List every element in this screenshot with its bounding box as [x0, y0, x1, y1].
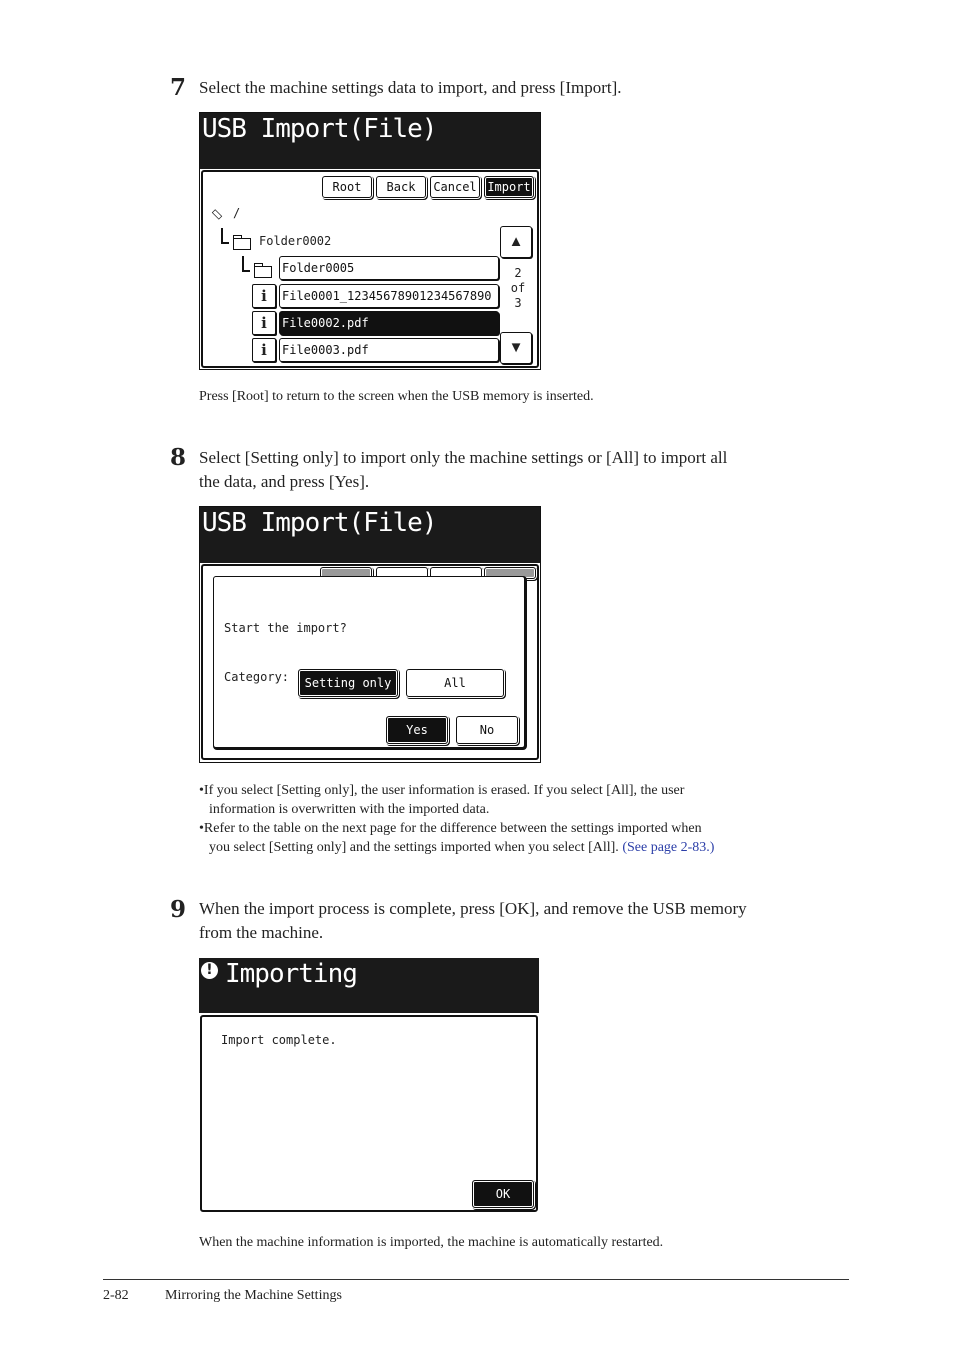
usb-memory-icon: ▯	[208, 205, 225, 222]
scroll-down-button[interactable]: ▼	[500, 332, 532, 364]
note-bullet-2: •Refer to the table on the next page for…	[199, 819, 714, 838]
file-info-icon[interactable]: i	[252, 338, 276, 362]
folder-row[interactable]: Folder0005	[279, 256, 499, 280]
page-of: of	[510, 281, 526, 295]
screen-titlebar: USB Import(File)	[200, 507, 540, 563]
note-1-line-1: If you select [Setting only], the user i…	[203, 783, 685, 798]
step-8-line-2: the data, and press [Yes].	[199, 472, 370, 491]
setting-only-option[interactable]: Setting only	[298, 669, 398, 697]
note-bullet-1: •If you select [Setting only], the user …	[199, 781, 714, 800]
import-complete-message: Import complete.	[221, 1033, 337, 1047]
usb-import-file-screen: USB Import(File) Root Back Cancel Import…	[199, 112, 541, 370]
usb-import-confirm-screen: USB Import(File) Start the import? Categ…	[199, 506, 541, 763]
file-row[interactable]: File0001_12345678901234567890	[279, 284, 499, 308]
dialog-question: Start the import?	[224, 621, 347, 635]
yes-button[interactable]: Yes	[386, 716, 448, 744]
file-row-selected[interactable]: File0002.pdf	[279, 311, 499, 335]
alert-icon: !	[201, 962, 218, 979]
note-2-line-2-wrap: you select [Setting only] and the settin…	[199, 838, 714, 857]
cancel-button[interactable]: Cancel	[430, 176, 480, 198]
screen-title: Importing	[225, 959, 358, 989]
file-info-icon[interactable]: i	[252, 311, 276, 335]
page-total: 3	[514, 296, 522, 310]
screen-title: USB Import(File)	[202, 114, 437, 144]
all-option[interactable]: All	[406, 669, 504, 697]
ok-button[interactable]: OK	[472, 1180, 534, 1208]
note-2-line-1: Refer to the table on the next page for …	[203, 821, 702, 836]
root-button[interactable]: Root	[322, 176, 372, 198]
see-page-link[interactable]: (See page 2-83.)	[622, 840, 714, 855]
no-button[interactable]: No	[456, 716, 518, 744]
note-1-line-2: information is overwritten with the impo…	[209, 802, 490, 817]
confirm-dialog: Start the import? Category: Setting only…	[213, 576, 525, 748]
step-8-notes: •If you select [Setting only], the user …	[199, 781, 714, 857]
page-indicator: 2 of 3	[503, 266, 533, 311]
message-panel: Import complete. OK	[200, 1015, 538, 1212]
file-row[interactable]: File0003.pdf	[279, 338, 499, 362]
step-number-9: 9	[170, 896, 187, 923]
step-8-line-1: Select [Setting only] to import only the…	[199, 448, 728, 467]
folder-icon	[254, 263, 272, 278]
back-button[interactable]: Back	[376, 176, 426, 198]
step-9-note: When the machine information is imported…	[199, 1235, 664, 1250]
page-current: 2	[514, 266, 522, 280]
step-number-7: 7	[170, 74, 187, 101]
scroll-up-button[interactable]: ▲	[500, 226, 532, 258]
note-2-line-2: you select [Setting only] and the settin…	[209, 840, 619, 855]
screen-title: USB Import(File)	[202, 508, 437, 538]
folder-item[interactable]: Folder0002	[259, 234, 331, 248]
step-8-instruction: Select [Setting only] to import only the…	[199, 446, 727, 494]
folder-icon	[233, 235, 251, 250]
category-label: Category:	[224, 670, 290, 684]
screen-titlebar: ! Importing	[199, 958, 539, 1013]
path-root: /	[233, 206, 241, 220]
screen-titlebar: USB Import(File)	[200, 113, 540, 169]
import-button[interactable]: Import	[484, 176, 534, 198]
step-9-instruction: When the import process is complete, pre…	[199, 897, 747, 945]
step-number-8: 8	[170, 444, 187, 471]
step-9-line-2: from the machine.	[199, 923, 324, 942]
tree-branch-icon	[221, 228, 229, 244]
file-browser-panel: Root Back Cancel Import ▯ / Folder0002 F…	[201, 170, 539, 368]
step-9-line-1: When the import process is complete, pre…	[199, 899, 747, 918]
importing-screen: ! Importing Import complete. OK	[199, 958, 539, 1212]
step-7-note: Press [Root] to return to the screen whe…	[199, 389, 594, 404]
tree-branch-icon	[242, 256, 250, 272]
footer-divider	[103, 1279, 849, 1280]
step-7-instruction: Select the machine settings data to impo…	[199, 78, 622, 97]
section-title: Mirroring the Machine Settings	[165, 1288, 342, 1303]
file-info-icon[interactable]: i	[252, 284, 276, 308]
page-number: 2-82	[103, 1288, 129, 1303]
